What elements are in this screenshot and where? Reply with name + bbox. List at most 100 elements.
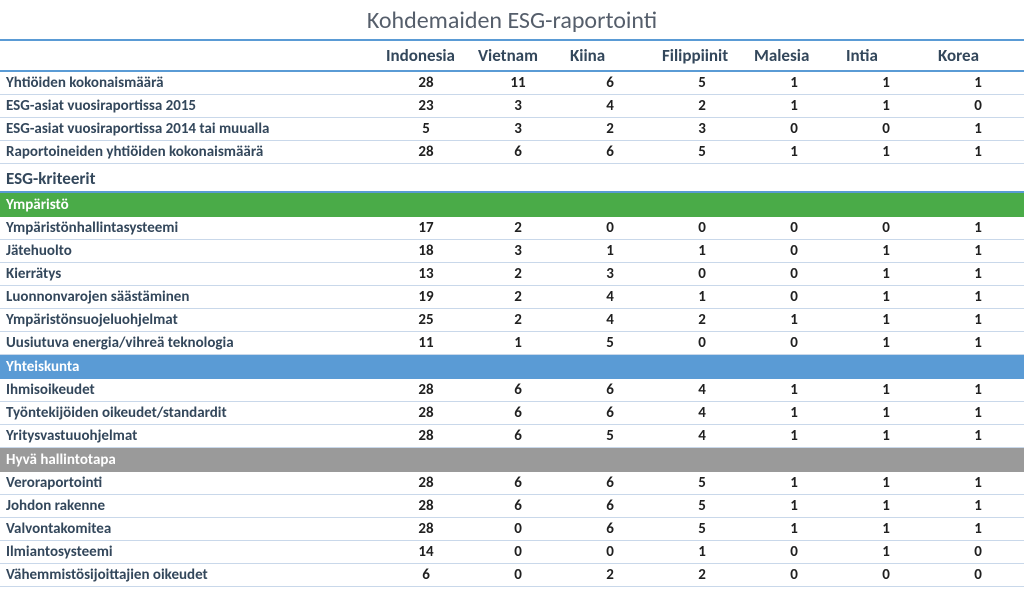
row-label: Johdon rakenne <box>0 495 380 518</box>
row-label: Vähemmistösijoittajien oikeudet <box>0 564 380 587</box>
row-value: 2 <box>656 564 748 587</box>
report-container: Kohdemaiden ESG-raportointi Indonesia Vi… <box>0 0 1024 587</box>
row-value: 1 <box>840 240 932 263</box>
category-blank <box>472 448 564 473</box>
criteria-blank <box>932 164 1024 193</box>
row-value: 1 <box>840 141 932 164</box>
row-value: 1 <box>932 495 1024 518</box>
table-row: Uusiutuva energia/vihreä teknologia11150… <box>0 332 1024 355</box>
esg-table: Indonesia Vietnam Kiina Filippiinit Male… <box>0 39 1024 587</box>
row-value: 1 <box>932 309 1024 332</box>
row-value: 5 <box>656 495 748 518</box>
page-title: Kohdemaiden ESG-raportointi <box>0 0 1024 39</box>
criteria-blank <box>656 164 748 193</box>
row-value: 1 <box>932 286 1024 309</box>
row-value: 1 <box>932 71 1024 95</box>
row-value: 3 <box>472 240 564 263</box>
table-row: Raportoineiden yhtiöiden kokonaismäärä28… <box>0 141 1024 164</box>
table-row: Ihmisoikeudet28664111 <box>0 379 1024 402</box>
row-value: 0 <box>840 118 932 141</box>
row-value: 3 <box>472 118 564 141</box>
table-header: Indonesia Vietnam Kiina Filippiinit Male… <box>0 40 1024 71</box>
category-blank <box>840 448 932 473</box>
category-label: Hyvä hallintotapa <box>0 448 380 473</box>
row-value: 1 <box>840 263 932 286</box>
row-value: 2 <box>472 263 564 286</box>
row-value: 28 <box>380 141 472 164</box>
row-value: 1 <box>472 332 564 355</box>
category-label: Ympäristö <box>0 192 380 217</box>
table-row: Johdon rakenne28665111 <box>0 495 1024 518</box>
category-blank <box>380 448 472 473</box>
table-row: ESG-asiat vuosiraportissa 2014 tai muual… <box>0 118 1024 141</box>
row-value: 2 <box>564 118 656 141</box>
header-col: Malesia <box>748 40 840 71</box>
row-value: 6 <box>564 518 656 541</box>
row-value: 28 <box>380 379 472 402</box>
row-value: 6 <box>564 71 656 95</box>
row-value: 28 <box>380 472 472 495</box>
row-value: 2 <box>472 286 564 309</box>
row-value: 3 <box>656 118 748 141</box>
row-value: 0 <box>748 332 840 355</box>
header-col: Indonesia <box>380 40 472 71</box>
row-value: 1 <box>840 286 932 309</box>
category-blank <box>656 448 748 473</box>
row-value: 0 <box>564 217 656 240</box>
category-blank <box>564 355 656 380</box>
row-value: 6 <box>564 379 656 402</box>
row-value: 6 <box>472 402 564 425</box>
row-value: 25 <box>380 309 472 332</box>
category-blank <box>840 192 932 217</box>
row-value: 5 <box>564 332 656 355</box>
table-row: Veroraportointi28665111 <box>0 472 1024 495</box>
table-row: Yritysvastuuohjelmat28654111 <box>0 425 1024 448</box>
row-value: 1 <box>748 141 840 164</box>
row-label: Ilmiantosysteemi <box>0 541 380 564</box>
category-label: Yhteiskunta <box>0 355 380 380</box>
criteria-heading: ESG-kriteerit <box>0 164 380 193</box>
row-value: 18 <box>380 240 472 263</box>
row-label: Luonnonvarojen säästäminen <box>0 286 380 309</box>
row-value: 17 <box>380 217 472 240</box>
row-value: 13 <box>380 263 472 286</box>
category-row: Yhteiskunta <box>0 355 1024 380</box>
header-col: Korea <box>932 40 1024 71</box>
row-value: 0 <box>748 118 840 141</box>
row-value: 1 <box>932 240 1024 263</box>
row-value: 4 <box>564 95 656 118</box>
row-value: 0 <box>656 263 748 286</box>
row-value: 4 <box>564 286 656 309</box>
row-value: 0 <box>748 564 840 587</box>
row-label: Työntekijöiden oikeudet/standardit <box>0 402 380 425</box>
criteria-blank <box>380 164 472 193</box>
row-value: 1 <box>932 263 1024 286</box>
row-label: Raportoineiden yhtiöiden kokonaismäärä <box>0 141 380 164</box>
header-col: Filippiinit <box>656 40 748 71</box>
row-value: 6 <box>564 141 656 164</box>
row-label: ESG-asiat vuosiraportissa 2015 <box>0 95 380 118</box>
row-value: 1 <box>840 71 932 95</box>
category-blank <box>564 192 656 217</box>
row-value: 2 <box>472 217 564 240</box>
row-value: 6 <box>564 495 656 518</box>
row-value: 5 <box>656 141 748 164</box>
table-row: Yhtiöiden kokonaismäärä281165111 <box>0 71 1024 95</box>
category-blank <box>380 192 472 217</box>
row-value: 1 <box>564 240 656 263</box>
row-label: Ympäristönhallintasysteemi <box>0 217 380 240</box>
row-value: 5 <box>380 118 472 141</box>
row-value: 14 <box>380 541 472 564</box>
row-value: 0 <box>840 564 932 587</box>
row-value: 1 <box>932 141 1024 164</box>
table-row: Luonnonvarojen säästäminen19241011 <box>0 286 1024 309</box>
row-value: 1 <box>656 240 748 263</box>
header-col: Intia <box>840 40 932 71</box>
row-label: Veroraportointi <box>0 472 380 495</box>
row-label: Kierrätys <box>0 263 380 286</box>
row-value: 0 <box>932 564 1024 587</box>
category-blank <box>748 192 840 217</box>
row-value: 0 <box>748 263 840 286</box>
table-row: Valvontakomitea28065111 <box>0 518 1024 541</box>
row-value: 1 <box>840 379 932 402</box>
